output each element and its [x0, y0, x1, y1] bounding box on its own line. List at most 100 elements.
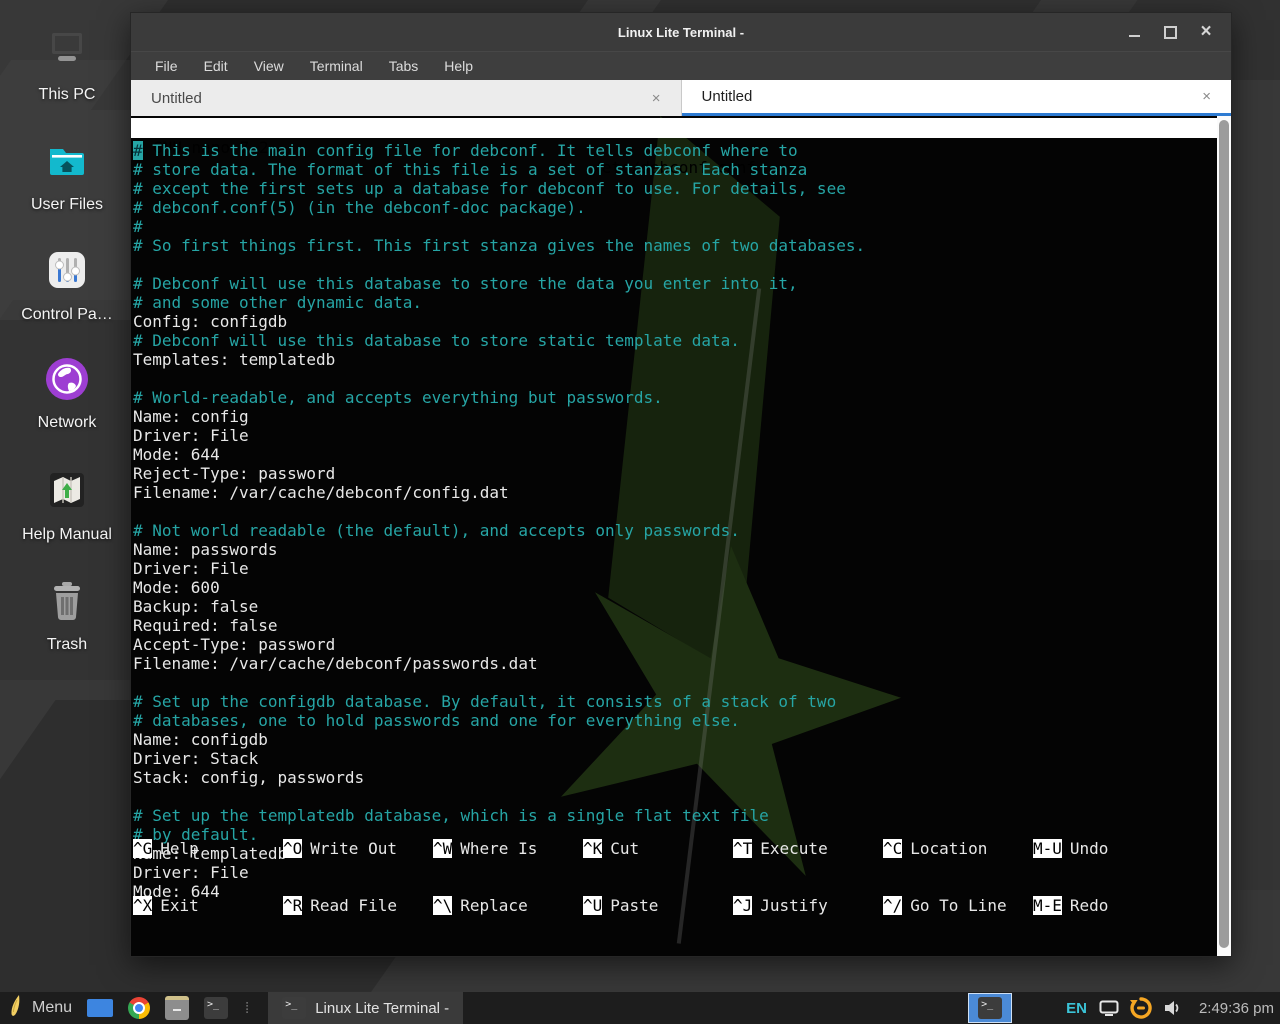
terminal-screen[interactable]: GNU nano 7.2 /etc/debconf.conf # This is…	[131, 116, 1231, 956]
terminal-line	[133, 369, 1215, 388]
menu-item-tabs[interactable]: Tabs	[389, 58, 419, 74]
clock[interactable]: 2:49:36 pm	[1199, 1000, 1274, 1017]
terminal-line: Accept-Type: password	[133, 635, 1215, 654]
terminal-line: #	[133, 217, 1215, 236]
terminal-line: # World-readable, and accepts everything…	[133, 388, 1215, 407]
terminal-line: Name: passwords	[133, 540, 1215, 559]
terminal-line: Mode: 600	[133, 578, 1215, 597]
terminal-line: Templates: templatedb	[133, 350, 1215, 369]
nano-shortcut: ^CLocation	[883, 839, 1033, 858]
taskbar-window-title: Linux Lite Terminal -	[315, 1000, 449, 1017]
volume-icon[interactable]	[1163, 999, 1181, 1017]
terminal-line: Driver: Stack	[133, 749, 1215, 768]
linux-lite-feather-icon	[8, 994, 24, 1023]
nano-buffer: # This is the main config file for debco…	[133, 141, 1215, 901]
menu-item-help[interactable]: Help	[444, 58, 473, 74]
terminal-line: # This is the main config file for debco…	[133, 141, 1215, 160]
tab-untitled-1[interactable]: Untitled ×	[131, 80, 682, 116]
terminal-line: Mode: 644	[133, 445, 1215, 464]
terminal-icon: >_	[978, 997, 1002, 1019]
terminal-line: # debconf.conf(5) (in the debconf-doc pa…	[133, 198, 1215, 217]
computer-icon	[43, 26, 91, 79]
chrome-icon[interactable]	[128, 997, 150, 1019]
terminal-window: Linux Lite Terminal - × File Edit View Term…	[130, 12, 1232, 957]
terminal-line: # Set up the configdb database. By defau…	[133, 692, 1215, 711]
terminal-line: Driver: File	[133, 426, 1215, 445]
menu-item-view[interactable]: View	[254, 58, 284, 74]
text-cursor: #	[133, 141, 143, 160]
nano-shortcut: ^JJustify	[733, 896, 883, 915]
menu-item-edit[interactable]: Edit	[204, 58, 228, 74]
update-notifier-icon[interactable]	[1129, 996, 1153, 1020]
desktop-icon-help-manual[interactable]: Help Manual	[0, 466, 134, 544]
file-manager-icon[interactable]	[165, 996, 189, 1020]
desktop-icon-network[interactable]: Network	[0, 356, 134, 432]
terminal-line: Filename: /var/cache/debconf/config.dat	[133, 483, 1215, 502]
desktop-icon-trash[interactable]: Trash	[0, 578, 134, 654]
terminal-scrollbar[interactable]	[1217, 116, 1231, 956]
terminal-line: Stack: config, passwords	[133, 768, 1215, 787]
desktop-icon-user-files[interactable]: User Files	[0, 136, 134, 214]
terminal-line	[133, 673, 1215, 692]
nano-shortcut: ^OWrite Out	[283, 839, 433, 858]
desktop-icon-label: Control Pa…	[21, 306, 113, 324]
tab-label: Untitled	[151, 90, 202, 107]
close-button[interactable]: ×	[1199, 25, 1213, 39]
menu-item-file[interactable]: File	[155, 58, 178, 74]
terminal-line: # except the first sets up a database fo…	[133, 179, 1215, 198]
nano-shortcut: ^KCut	[583, 839, 733, 858]
nano-shortcut-bar: ^GHelp^OWrite Out^WWhere Is^KCut^TExecut…	[133, 801, 1215, 953]
terminal-line: # and some other dynamic data.	[133, 293, 1215, 312]
terminal-icon: >_	[282, 997, 306, 1019]
desktop-icon-label: This PC	[39, 86, 96, 104]
keyboard-layout-indicator[interactable]: EN	[1066, 1000, 1087, 1017]
window-titlebar[interactable]: Linux Lite Terminal - ×	[131, 13, 1231, 51]
terminal-line: Backup: false	[133, 597, 1215, 616]
trash-icon	[44, 578, 90, 629]
terminal-line: Config: configdb	[133, 312, 1215, 331]
start-menu-button[interactable]: Menu	[8, 994, 72, 1023]
terminal-line: # So first things first. This first stan…	[133, 236, 1215, 255]
tab-untitled-2[interactable]: Untitled ×	[682, 80, 1232, 116]
nano-shortcut: ^\Replace	[433, 896, 583, 915]
nano-shortcut: M-UUndo	[1033, 839, 1183, 858]
desktop-icon-label: User Files	[31, 196, 103, 214]
terminal-line: # databases, one to hold passwords and o…	[133, 711, 1215, 730]
terminal-line: Name: config	[133, 407, 1215, 426]
workspace-pager[interactable]	[87, 999, 113, 1017]
terminal-line: Name: configdb	[133, 730, 1215, 749]
folder-home-icon	[43, 136, 91, 189]
nano-shortcut: ^TExecute	[733, 839, 883, 858]
terminal-line: Driver: File	[133, 559, 1215, 578]
tab-close-icon[interactable]: ×	[652, 90, 661, 107]
taskbar-window-button[interactable]: >_ Linux Lite Terminal -	[268, 992, 463, 1024]
terminal-line: # Debconf will use this database to stor…	[133, 331, 1215, 350]
nano-shortcut: ^RRead File	[283, 896, 433, 915]
terminal-line: Filename: /var/cache/debconf/passwords.d…	[133, 654, 1215, 673]
tab-close-icon[interactable]: ×	[1202, 88, 1211, 105]
nano-shortcut: ^UPaste	[583, 896, 733, 915]
nano-shortcut: M-ERedo	[1033, 896, 1183, 915]
tray-terminal-button[interactable]: >_	[968, 993, 1012, 1023]
desktop-icon-label: Network	[38, 414, 97, 432]
taskbar-separator: ⁞	[245, 1000, 247, 1017]
nano-shortcut: ^WWhere Is	[433, 839, 583, 858]
tab-label: Untitled	[702, 88, 753, 105]
terminal-line: # Not world readable (the default), and …	[133, 521, 1215, 540]
nano-title-bar: GNU nano 7.2 /etc/debconf.conf	[131, 118, 1217, 138]
display-settings-icon[interactable]	[1099, 1000, 1119, 1017]
scrollbar-thumb[interactable]	[1219, 120, 1229, 948]
terminal-line	[133, 502, 1215, 521]
terminal-line: Required: false	[133, 616, 1215, 635]
desktop-icon-this-pc[interactable]: This PC	[0, 26, 134, 104]
minimize-button[interactable]	[1127, 25, 1141, 39]
taskbar: Menu >_ ⁞ >_ Linux Lite Terminal - >_ EN…	[0, 992, 1280, 1024]
maximize-button[interactable]	[1163, 25, 1177, 39]
desktop-icon-label: Help Manual	[22, 526, 112, 544]
network-globe-icon	[44, 356, 90, 407]
help-manual-icon	[43, 466, 91, 519]
terminal-launcher-icon[interactable]: >_	[204, 997, 228, 1019]
menu-item-terminal[interactable]: Terminal	[310, 58, 363, 74]
desktop-icon-control-panel[interactable]: Control Pa…	[0, 246, 134, 324]
menu-label: Menu	[32, 999, 72, 1017]
